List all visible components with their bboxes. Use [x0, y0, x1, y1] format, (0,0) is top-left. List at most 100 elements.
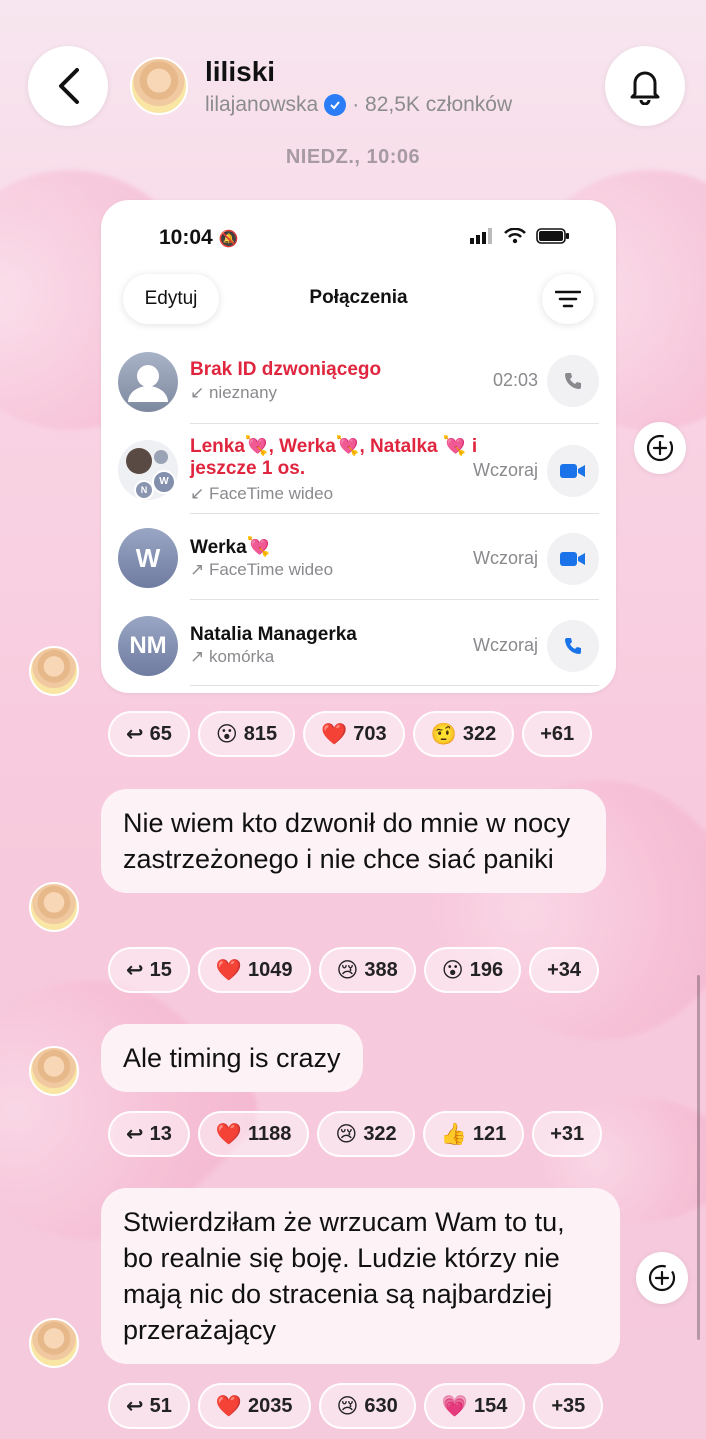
reaction-pill[interactable]: ❤️ 703 — [303, 711, 405, 757]
reaction-bar: ↩ 65 😮 815 ❤️ 703 🤨 322 +61 — [108, 711, 593, 757]
pink-heart-icon: 💗 — [441, 1393, 468, 1418]
message-bubble[interactable]: Nie wiem kto dzwonił do mnie w nocy zast… — [101, 789, 606, 893]
reaction-pill[interactable]: ❤️ 2035 — [197, 1383, 311, 1429]
more-reactions-pill[interactable]: +31 — [532, 1111, 603, 1157]
reply-icon: ↩ — [126, 722, 144, 746]
call-type: ↗ FaceTime wideo — [190, 560, 334, 579]
reaction-pill[interactable]: 💗 154 — [423, 1383, 526, 1429]
divider — [190, 599, 599, 600]
heart-icon: ❤️ — [215, 957, 243, 982]
sender-avatar[interactable] — [29, 882, 79, 932]
divider — [190, 513, 599, 514]
mute-bell-icon: 🔕 — [218, 231, 239, 248]
video-call-button[interactable] — [547, 533, 599, 585]
call-row[interactable]: W Werka💘 ↗ FaceTime wideo Wczoraj — [101, 518, 616, 600]
filter-button[interactable] — [542, 274, 594, 324]
channel-avatar[interactable] — [130, 57, 188, 115]
call-time: Wczoraj — [472, 548, 538, 568]
call-time: Wczoraj — [472, 460, 538, 480]
call-time: Wczoraj — [472, 635, 538, 655]
video-camera-icon — [560, 464, 585, 478]
bell-icon — [630, 71, 660, 105]
crying-icon: 😢 — [336, 1394, 359, 1418]
video-camera-icon — [560, 552, 585, 566]
call-type: ↗ komórka — [190, 647, 275, 666]
shared-screenshot[interactable]: 10:04 🔕 Edytuj Połączenia Brak ID dzwoni… — [101, 200, 616, 693]
calls-title: Połączenia — [309, 287, 408, 308]
reaction-pill[interactable]: 😮 196 — [423, 947, 522, 993]
reaction-pill[interactable]: ❤️ 1049 — [197, 947, 311, 993]
more-reactions-pill[interactable]: +61 — [522, 711, 593, 757]
reaction-pill[interactable]: 🤨 322 — [412, 711, 515, 757]
reaction-pill[interactable]: 😮 815 — [197, 711, 296, 757]
heart-icon: ❤️ — [321, 721, 348, 746]
status-bar-time: 10:04 🔕 — [159, 226, 239, 249]
heart-icon: ❤️ — [215, 1393, 243, 1418]
more-reactions-pill[interactable]: +34 — [529, 947, 600, 993]
reaction-pill[interactable]: 😢 388 — [318, 947, 416, 993]
reply-count-button[interactable]: ↩ 13 — [108, 1111, 190, 1157]
reaction-pill[interactable]: 😢 630 — [318, 1383, 416, 1429]
date-separator: NIEDZ., 10:06 — [285, 146, 421, 168]
reaction-pill[interactable]: 😢 322 — [317, 1111, 415, 1157]
back-button[interactable] — [28, 46, 108, 126]
reply-icon: ↩ — [126, 1122, 144, 1146]
background-heart — [416, 726, 706, 1094]
call-row[interactable]: Brak ID dzwoniącego ↙ nieznany 02:03 — [101, 350, 616, 426]
signal-icon — [470, 228, 492, 244]
divider — [190, 423, 599, 424]
share-button[interactable] — [634, 422, 686, 474]
divider — [190, 685, 599, 686]
reply-icon: ↩ — [126, 958, 144, 982]
surprised-icon: 😮 — [441, 958, 464, 982]
video-call-button[interactable] — [547, 445, 599, 497]
notifications-button[interactable] — [605, 46, 685, 126]
reply-count-button[interactable]: ↩ 15 — [108, 947, 190, 993]
call-name: Lenka💘, Werka💘, Natalka 💘 i jeszcze 1 os… — [190, 436, 478, 479]
reply-count-button[interactable]: ↩ 65 — [108, 711, 190, 757]
contact-avatar: NM — [118, 616, 178, 676]
thumbs-up-icon: 👍 — [440, 1121, 467, 1146]
more-reactions-pill[interactable]: +35 — [533, 1383, 604, 1429]
crying-icon: 😢 — [335, 1122, 358, 1146]
group-avatar: W N — [118, 440, 178, 500]
sender-avatar[interactable] — [29, 1046, 79, 1096]
call-button[interactable] — [547, 620, 599, 672]
status-bar-icons — [470, 228, 570, 244]
reaction-bar: ↩ 51 ❤️ 2035 😢 630 💗 154 +35 — [108, 1383, 604, 1429]
call-back-button[interactable] — [547, 355, 599, 407]
message-bubble[interactable]: Ale timing is crazy — [101, 1024, 363, 1092]
phone-icon — [565, 638, 581, 654]
scrollbar[interactable] — [697, 975, 700, 1340]
battery-icon — [536, 228, 569, 244]
share-icon — [648, 1264, 676, 1292]
share-button[interactable] — [636, 1252, 688, 1304]
surprised-icon: 😮 — [215, 722, 238, 746]
sender-avatar[interactable] — [29, 646, 79, 696]
filter-icon — [555, 290, 581, 308]
contact-avatar: W — [118, 528, 178, 588]
call-name: Natalia Managerka — [190, 624, 357, 645]
call-name: Brak ID dzwoniącego — [190, 359, 382, 380]
reaction-pill[interactable]: ❤️ 1188 — [197, 1111, 310, 1157]
verified-badge-icon — [324, 94, 347, 116]
call-time: 02:03 — [492, 370, 538, 390]
call-row[interactable]: NM Natalia Managerka ↗ komórka Wczoraj — [101, 604, 616, 686]
crying-icon: 😢 — [336, 958, 359, 982]
channel-handle: lilajanowska — [205, 93, 319, 116]
call-name: Werka💘 — [190, 537, 271, 558]
person-icon — [128, 365, 168, 402]
message-bubble[interactable]: Stwierdziłam że wrzucam Wam to tu, bo re… — [101, 1188, 620, 1364]
reaction-bar: ↩ 13 ❤️ 1188 😢 322 👍 121 +31 — [108, 1111, 603, 1157]
reaction-pill[interactable]: 👍 121 — [422, 1111, 525, 1157]
chevron-left-icon — [59, 68, 79, 104]
sender-avatar[interactable] — [29, 1318, 79, 1368]
reply-count-button[interactable]: ↩ 51 — [108, 1383, 190, 1429]
channel-name[interactable]: liliski — [205, 56, 275, 88]
share-icon — [646, 434, 674, 462]
heart-icon: ❤️ — [215, 1121, 243, 1146]
call-type: ↙ nieznany — [190, 383, 278, 402]
call-row[interactable]: W N Lenka💘, Werka💘, Natalka 💘 i jeszcze … — [101, 428, 616, 514]
reaction-bar: ↩ 15 ❤️ 1049 😢 388 😮 196 +34 — [108, 947, 600, 993]
channel-subtitle: lilajanowska · 82,5K członków — [205, 93, 512, 117]
